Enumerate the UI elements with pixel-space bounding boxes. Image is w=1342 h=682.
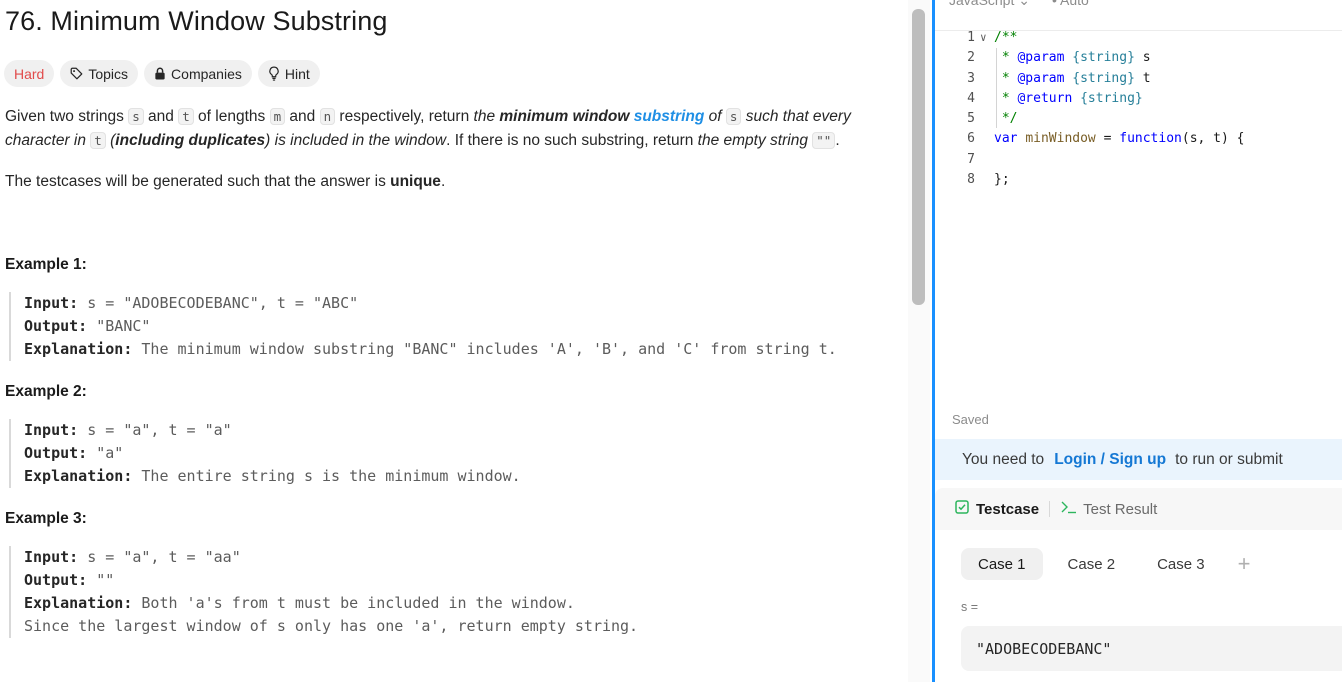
example-block: Input: s = "a", t = "aa" Output: "" Expl…	[9, 546, 638, 638]
code-text: /**	[994, 30, 1018, 45]
substring-link[interactable]: substring	[634, 108, 705, 125]
inline-code: t	[90, 132, 106, 149]
code-text: };	[994, 172, 1010, 188]
line-number: 2	[967, 50, 975, 66]
testcase-panel-header: Testcase Test Result	[935, 488, 1342, 530]
hint-label: Hint	[284, 65, 310, 82]
description-scrollbar-thumb[interactable]	[912, 9, 925, 305]
line-number: 1	[967, 30, 975, 45]
code-line[interactable]: 6 var minWindow = function(s, t) {	[935, 129, 1342, 149]
case-tabs: Case 1 Case 2 Case 3 +	[961, 548, 1250, 580]
chevron-down-icon: ⌄	[1018, 0, 1030, 8]
problem-title[interactable]: 76. Minimum Window Substring	[5, 6, 387, 37]
code-text: * @param {string} t	[994, 70, 1151, 86]
problem-panel: 76. Minimum Window Substring Hard Topics…	[0, 0, 908, 682]
variable-label: s =	[961, 600, 979, 614]
login-prefix: You need to	[962, 450, 1045, 468]
tag-icon	[70, 67, 83, 80]
line-number: 5	[967, 111, 975, 127]
example-block: Input: s = "a", t = "a" Output: "a" Expl…	[9, 419, 521, 488]
inline-code: s	[725, 108, 742, 125]
difficulty-badge: Hard	[4, 60, 55, 87]
editor-panel: JavaScript ⌄ • Auto 1 ∨ /** 2 * @param {str…	[935, 0, 1342, 682]
example-title: Example 3:	[5, 510, 87, 527]
hint-button[interactable]: Hint	[257, 60, 320, 87]
example-block: Input: s = "ADOBECODEBANC", t = "ABC" Ou…	[9, 292, 837, 361]
indent-guide	[996, 48, 997, 128]
lightbulb-icon	[268, 66, 280, 81]
topics-button[interactable]: Topics	[60, 60, 139, 87]
tab-testcase-label: Testcase	[976, 500, 1040, 518]
description-paragraph-2: The testcases will be generated such tha…	[5, 173, 446, 190]
login-suffix: to run or submit	[1175, 450, 1283, 468]
dot-icon: •	[1051, 0, 1057, 8]
problem-description: Given two strings s and t of lengths m a…	[5, 105, 885, 211]
tab-test-result-label: Test Result	[1083, 500, 1158, 518]
description-paragraph: Given two strings s and t of lengths m a…	[5, 108, 851, 149]
code-line[interactable]: 1 ∨ /**	[935, 28, 1342, 48]
line-number: 7	[967, 151, 975, 167]
inline-code: s	[128, 108, 144, 125]
case-tab-2[interactable]: Case 2	[1051, 548, 1133, 580]
inline-code: m	[269, 108, 286, 125]
case-tab-1[interactable]: Case 1	[961, 548, 1043, 580]
line-number: 4	[967, 90, 975, 106]
inline-code: t	[178, 108, 194, 125]
tab-testcase[interactable]: Testcase	[955, 500, 1039, 518]
code-text: * @return {string}	[994, 90, 1143, 106]
difficulty-label: Hard	[14, 65, 45, 82]
companies-button[interactable]: Companies	[144, 60, 252, 87]
tab-separator	[1049, 501, 1051, 517]
plus-icon[interactable]: +	[1238, 551, 1251, 577]
companies-label: Companies	[171, 65, 242, 82]
variable-input[interactable]: "ADOBECODEBANC"	[961, 626, 1342, 671]
tab-test-result[interactable]: Test Result	[1060, 500, 1157, 518]
topics-label: Topics	[88, 65, 129, 82]
language-select[interactable]: JavaScript ⌄	[949, 0, 1030, 9]
example-title: Example 1:	[5, 256, 87, 273]
problem-tags: Hard Topics Companies Hint	[4, 60, 320, 87]
inline-code: n	[319, 108, 336, 125]
lock-icon	[154, 67, 166, 80]
code-text: * @param {string} s	[994, 50, 1151, 66]
example-title: Example 2:	[5, 383, 87, 400]
editor-toolbar: JavaScript ⌄ • Auto	[949, 0, 1089, 9]
line-number: 3	[967, 70, 975, 86]
inline-code: ""	[812, 132, 836, 149]
login-signup-link[interactable]: Login / Sign up	[1054, 451, 1166, 469]
case-tab-3[interactable]: Case 3	[1140, 548, 1222, 580]
login-banner: You need to Login / Sign up to run or su…	[935, 439, 1342, 480]
code-text: */	[994, 111, 1018, 127]
terminal-icon	[1060, 500, 1078, 518]
code-text: var minWindow = function(s, t) {	[994, 131, 1245, 147]
save-status: Saved	[952, 412, 989, 427]
fold-chevron-icon[interactable]: ∨	[980, 28, 987, 48]
code-line[interactable]: 8};	[935, 170, 1342, 190]
checkbox-icon	[955, 500, 969, 518]
line-number: 8	[967, 172, 975, 188]
line-number: 6	[967, 131, 975, 147]
code-line[interactable]: 7	[935, 150, 1342, 170]
mode-select[interactable]: • Auto	[1052, 0, 1089, 9]
